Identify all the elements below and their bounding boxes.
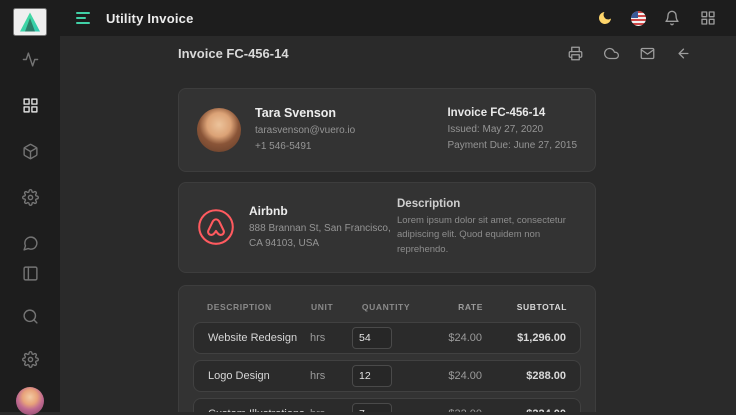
invoice-due: Payment Due: June 27, 2015: [447, 138, 577, 154]
sidebar-item-components[interactable]: [15, 136, 45, 166]
description-title: Description: [397, 198, 577, 210]
page-title: Utility Invoice: [106, 11, 194, 26]
item-unit: hrs: [310, 370, 352, 382]
sidebar-nav-top: [15, 44, 45, 258]
arrow-left-icon: [676, 46, 691, 61]
customer-info: Tara Svenson tarasvenson@vuero.io +1 546…: [255, 106, 355, 154]
customer-avatar: [197, 108, 241, 152]
header-subtotal: SUBTOTAL: [483, 302, 567, 312]
company-address-line1: 888 Brannan St, San Francisco,: [249, 221, 391, 236]
moon-icon: [597, 10, 613, 26]
sidebar-item-activity[interactable]: [15, 44, 45, 74]
item-subtotal: $288.00: [482, 370, 566, 382]
logo-triangle-icon: [18, 10, 42, 34]
quantity-input[interactable]: [352, 327, 392, 349]
invoice-header: Invoice FC-456-14: [178, 44, 692, 62]
header-unit: UNIT: [311, 302, 353, 312]
company-info: Airbnb 888 Brannan St, San Francisco, CA…: [249, 204, 391, 251]
gear-icon: [22, 189, 39, 206]
topbar-actions: [595, 8, 718, 28]
sidebar-settings-button[interactable]: [15, 344, 45, 374]
print-button[interactable]: [566, 44, 584, 62]
sidebar-item-settings[interactable]: [15, 182, 45, 212]
item-rate: $32.00: [418, 408, 482, 412]
description-text: Lorem ipsum dolor sit amet, consectetur …: [397, 214, 577, 257]
invoice-number: Invoice FC-456-14: [447, 107, 577, 119]
cloud-icon: [604, 46, 619, 61]
activity-icon: [22, 51, 39, 68]
sidebar-nav-bottom: [15, 258, 45, 415]
item-description: Custom Illustrations: [208, 408, 310, 412]
quantity-input[interactable]: [352, 365, 392, 387]
content-area: Invoice FC-456-14: [60, 36, 736, 412]
search-icon: [22, 308, 39, 325]
sidebar: [0, 0, 60, 412]
table-row: Website Redesign hrs $24.00 $1,296.00: [193, 322, 581, 354]
quantity-input[interactable]: [352, 403, 392, 412]
customer-name: Tara Svenson: [255, 106, 355, 120]
invoice-heading: Invoice FC-456-14: [178, 46, 289, 61]
table-row: Custom Illustrations hrs $32.00 $224.00: [193, 398, 581, 412]
item-unit: hrs: [310, 408, 352, 412]
menu-toggle-button[interactable]: [72, 8, 94, 28]
app-logo[interactable]: [13, 8, 47, 36]
item-description: Logo Design: [208, 370, 310, 382]
invoice-issued: Issued: May 27, 2020: [447, 122, 577, 138]
company-name: Airbnb: [249, 204, 391, 218]
sidebar-item-dashboard[interactable]: [15, 90, 45, 120]
invoice-description: Description Lorem ipsum dolor sit amet, …: [397, 198, 577, 257]
header-description: DESCRIPTION: [207, 302, 311, 312]
invoice-actions: [566, 44, 692, 62]
line-items-card: DESCRIPTION UNIT QUANTITY RATE SUBTOTAL …: [178, 285, 596, 412]
upload-button[interactable]: [602, 44, 620, 62]
header-rate: RATE: [419, 302, 483, 312]
table-header: DESCRIPTION UNIT QUANTITY RATE SUBTOTAL: [193, 298, 581, 322]
printer-icon: [568, 46, 583, 61]
apps-grid-icon: [700, 10, 716, 26]
item-description: Website Redesign: [208, 332, 310, 344]
grid-icon: [22, 97, 39, 114]
gear-icon: [22, 351, 39, 368]
header-quantity: QUANTITY: [353, 302, 419, 312]
company-card: Airbnb 888 Brannan St, San Francisco, CA…: [178, 182, 596, 273]
panels-icon: [22, 265, 39, 282]
sidebar-search-button[interactable]: [15, 301, 45, 331]
dark-mode-toggle[interactable]: [595, 8, 615, 28]
invoice-column: Tara Svenson tarasvenson@vuero.io +1 546…: [178, 88, 596, 412]
back-button[interactable]: [674, 44, 692, 62]
item-rate: $24.00: [418, 332, 482, 344]
table-row: Logo Design hrs $24.00 $288.00: [193, 360, 581, 392]
customer-email: tarasvenson@vuero.io: [255, 123, 355, 139]
chat-bubble-icon: [22, 235, 39, 252]
sidebar-panels-button[interactable]: [15, 258, 45, 288]
airbnb-logo-icon: [197, 208, 235, 246]
send-mail-button[interactable]: [638, 44, 656, 62]
item-rate: $24.00: [418, 370, 482, 382]
company-address-line2: CA 94103, USA: [249, 236, 391, 251]
item-unit: hrs: [310, 332, 352, 344]
apps-button[interactable]: [698, 8, 718, 28]
main-area: Utility Invoice Invoice FC-456-14: [60, 0, 736, 412]
topbar: Utility Invoice: [60, 0, 736, 36]
package-icon: [22, 143, 39, 160]
bell-icon: [664, 10, 680, 26]
user-avatar[interactable]: [16, 387, 44, 415]
invoice-meta: Invoice FC-456-14 Issued: May 27, 2020 P…: [447, 107, 577, 153]
flag-us-icon[interactable]: [631, 11, 646, 26]
notifications-button[interactable]: [662, 8, 682, 28]
customer-card: Tara Svenson tarasvenson@vuero.io +1 546…: [178, 88, 596, 172]
app-window: Utility Invoice Invoice FC-456-14: [0, 0, 736, 412]
customer-phone: +1 546-5491: [255, 139, 355, 155]
item-subtotal: $1,296.00: [482, 332, 566, 344]
mail-icon: [640, 46, 655, 61]
sidebar-item-chat[interactable]: [15, 228, 45, 258]
item-subtotal: $224.00: [482, 408, 566, 412]
